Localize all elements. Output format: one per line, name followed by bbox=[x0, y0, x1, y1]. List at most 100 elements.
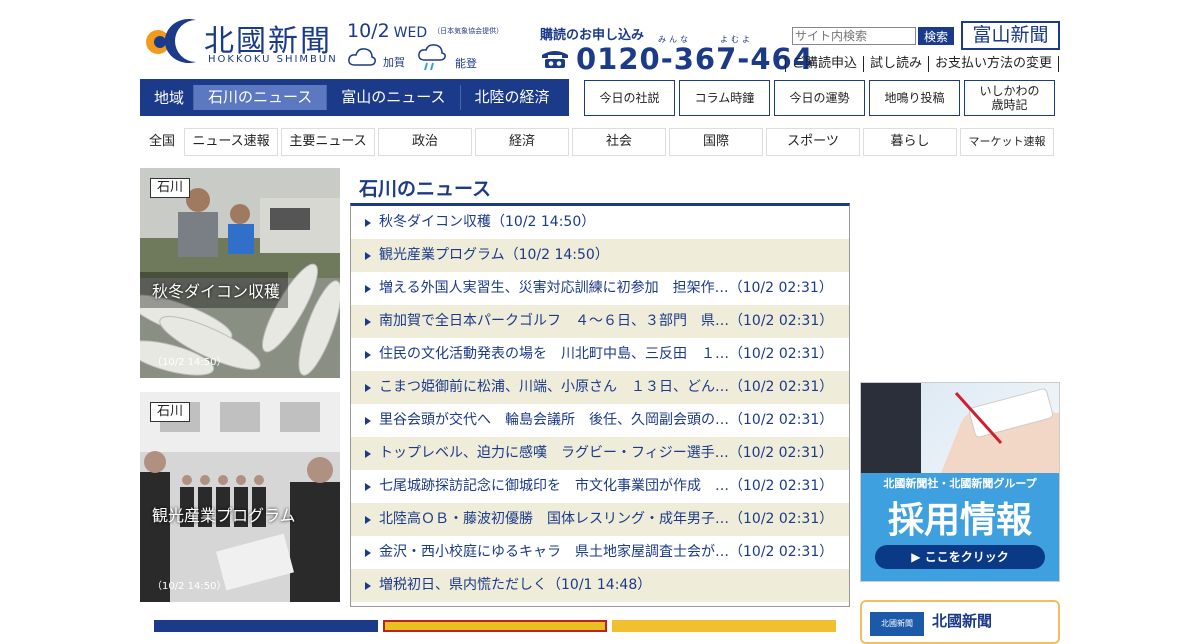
header-links: ご購読申込 試し読み お支払い方法の変更 bbox=[785, 56, 1060, 72]
arrow-right-icon bbox=[365, 219, 371, 227]
arrow-right-icon bbox=[365, 351, 371, 359]
search-button[interactable]: 検索 bbox=[918, 27, 954, 45]
news-item-text: 増税初日、県内慌ただしく（10/1 14:48） bbox=[379, 577, 652, 593]
category-international[interactable]: 国際 bbox=[669, 128, 763, 156]
weather-area-label: 加賀 bbox=[383, 56, 405, 69]
trial-link[interactable]: 試し読み bbox=[863, 56, 928, 72]
news-item-text: トップレベル、迫力に感嘆 ラグビー・フィジー選手…（10/2 02:31） bbox=[379, 445, 833, 461]
recruit-cta-button[interactable]: ▶ ここをクリック bbox=[875, 545, 1045, 569]
tab-hokuriku-economy[interactable]: 北陸の経済 bbox=[459, 85, 564, 110]
photo-time: （10/2 14:50） bbox=[152, 357, 227, 368]
news-item[interactable]: 増える外国人実習生、災害対応訓練に初参加 担架作…（10/2 02:31） bbox=[351, 272, 849, 305]
tab-ishikawa-news[interactable]: 石川のニュース bbox=[193, 85, 327, 110]
hokkoku-promo-box[interactable]: 北國新聞 北國新聞 bbox=[860, 600, 1060, 644]
news-item[interactable]: 里谷会頭が交代へ 輪島会議所 後任、久岡副会頭の…（10/2 02:31） bbox=[351, 404, 849, 437]
news-item[interactable]: 北陸高ＯＢ・藤波初優勝 国体レスリング・成年男子…（10/2 02:31） bbox=[351, 503, 849, 536]
ishikawa-calendar-link[interactable]: いしかわの 歳時記 bbox=[964, 80, 1055, 116]
subscribe-link[interactable]: ご購読申込 bbox=[785, 56, 863, 72]
column-jisho-link[interactable]: コラム時鐘 bbox=[679, 80, 770, 116]
feature-links: 今日の社説 コラム時鐘 今日の運勢 地鳴り投稿 いしかわの 歳時記 bbox=[584, 80, 1055, 116]
logo-subtitle: HOKKOKU SHIMBUN bbox=[208, 54, 338, 65]
search-input[interactable] bbox=[792, 27, 916, 45]
news-item[interactable]: 住民の文化活動発表の場を 川北町中島、三反田 １…（10/2 02:31） bbox=[351, 338, 849, 371]
category-major[interactable]: 主要ニュース bbox=[281, 128, 375, 156]
bottom-banner-2[interactable] bbox=[383, 620, 607, 632]
news-item-text: 里谷会頭が交代へ 輪島会議所 後任、久岡副会頭の…（10/2 02:31） bbox=[379, 412, 834, 428]
region-badge: 石川 bbox=[150, 402, 191, 422]
weather-kaga[interactable]: 加賀 bbox=[347, 44, 405, 70]
news-item[interactable]: 観光産業プログラム（10/2 14:50） bbox=[351, 239, 849, 272]
bottom-banners bbox=[154, 620, 841, 632]
category-economy[interactable]: 経済 bbox=[475, 128, 569, 156]
writing-hand-icon bbox=[861, 383, 1059, 473]
recruit-banner[interactable]: 北國新聞社・北國新聞グループ 採用情報 ▶ ここをクリック bbox=[860, 382, 1060, 582]
news-item-text: 北陸高ＯＢ・藤波初優勝 国体レスリング・成年男子…（10/2 02:31） bbox=[379, 511, 834, 527]
news-item[interactable]: 秋冬ダイコン収穫（10/2 14:50） bbox=[351, 206, 849, 239]
photo-time: （10/2 14:50） bbox=[152, 581, 227, 592]
toyama-shimbun-logo[interactable]: 富山新聞 bbox=[961, 21, 1060, 50]
photo-card-daikon[interactable]: 石川 秋冬ダイコン収穫 （10/2 14:50） bbox=[140, 168, 340, 378]
editorial-link[interactable]: 今日の社説 bbox=[584, 80, 675, 116]
news-item-text: 増える外国人実習生、災害対応訓練に初参加 担架作…（10/2 02:31） bbox=[379, 280, 833, 296]
date-display: 10/2 WED （日本気象協会提供） bbox=[347, 20, 503, 42]
category-lifestyle[interactable]: 暮らし bbox=[863, 128, 957, 156]
horoscope-link[interactable]: 今日の運勢 bbox=[774, 80, 865, 116]
weekday: WED bbox=[393, 25, 428, 41]
subscribe-label: 購読のお申し込み bbox=[540, 28, 645, 43]
category-nav: 全国 ニュース速報 主要ニュース 政治 経済 社会 国際 スポーツ 暮らし マー… bbox=[140, 128, 1057, 156]
site-search: 検索 bbox=[792, 27, 954, 45]
category-breaking[interactable]: ニュース速報 bbox=[184, 128, 278, 156]
phone-icon bbox=[542, 51, 568, 68]
reader-post-link[interactable]: 地鳴り投稿 bbox=[869, 80, 960, 116]
weather-area-label: 能登 bbox=[455, 57, 477, 70]
cloud-rain-icon bbox=[418, 44, 446, 71]
news-item[interactable]: トップレベル、迫力に感嘆 ラグビー・フィジー選手…（10/2 02:31） bbox=[351, 437, 849, 470]
promo-name: 北國新聞 bbox=[932, 612, 993, 630]
arrow-right-icon bbox=[365, 252, 371, 260]
weather-source[interactable]: （日本気象協会提供） bbox=[433, 27, 503, 35]
region-badge: 石川 bbox=[150, 178, 191, 198]
news-item[interactable]: 増税初日、県内慌ただしく（10/1 14:48） bbox=[351, 569, 849, 602]
daikon-harvest-photo bbox=[140, 168, 340, 378]
bottom-banner-1[interactable] bbox=[154, 620, 378, 632]
date-value: 10/2 bbox=[347, 20, 390, 42]
promo-logo: 北國新聞 bbox=[870, 612, 924, 636]
category-politics[interactable]: 政治 bbox=[378, 128, 472, 156]
category-all: 全国 bbox=[148, 134, 175, 149]
arrow-right-icon bbox=[365, 417, 371, 425]
category-sports[interactable]: スポーツ bbox=[766, 128, 860, 156]
photo-caption: 秋冬ダイコン収穫 bbox=[152, 282, 281, 301]
region-nav: 地域 石川のニュース 富山のニュース 北陸の経済 bbox=[140, 79, 569, 116]
news-item-text: 秋冬ダイコン収穫（10/2 14:50） bbox=[379, 214, 596, 230]
phone-number[interactable]: 0120-367-464 bbox=[540, 42, 814, 76]
site-logo[interactable]: 北國新聞 HOKKOKU SHIMBUN bbox=[140, 14, 340, 68]
category-society[interactable]: 社会 bbox=[572, 128, 666, 156]
arrow-right-icon bbox=[365, 450, 371, 458]
arrow-right-icon bbox=[365, 549, 371, 557]
news-section-title: 石川のニュース bbox=[359, 178, 492, 200]
tourism-program-photo bbox=[140, 392, 340, 602]
banner-image bbox=[861, 383, 1059, 473]
news-item-text: 金沢・西小校庭にゆるキャラ 県土地家屋調査士会が…（10/2 02:31） bbox=[379, 544, 834, 560]
arrow-right-icon bbox=[365, 582, 371, 590]
bottom-banner-3[interactable] bbox=[612, 620, 836, 632]
recruit-company-label: 北國新聞社・北國新聞グループ bbox=[883, 477, 1037, 490]
news-item-text: 南加賀で全日本パークゴルフ ４～６日、３部門 県…（10/2 02:31） bbox=[379, 313, 834, 329]
arrow-right-icon bbox=[365, 516, 371, 524]
news-item-text: 観光産業プログラム（10/2 14:50） bbox=[379, 247, 609, 263]
news-list: 秋冬ダイコン収穫（10/2 14:50） 観光産業プログラム（10/2 14:5… bbox=[350, 203, 850, 607]
news-item[interactable]: 七尾城跡探訪記念に御城印を 市文化事業団が作成 …（10/2 02:31） bbox=[351, 470, 849, 503]
payment-change-link[interactable]: お支払い方法の変更 bbox=[928, 56, 1060, 72]
news-item[interactable]: 金沢・西小校庭にゆるキャラ 県土地家屋調査士会が…（10/2 02:31） bbox=[351, 536, 849, 569]
arrow-right-icon bbox=[365, 384, 371, 392]
category-market[interactable]: マーケット速報 bbox=[960, 128, 1054, 156]
arrow-right-icon bbox=[365, 318, 371, 326]
news-item[interactable]: こまつ姫御前に松浦、川端、小原さん １３日、どん…（10/2 02:31） bbox=[351, 371, 849, 404]
recruit-title: 採用情報 bbox=[887, 500, 1032, 541]
photo-card-tourism[interactable]: 石川 観光産業プログラム （10/2 14:50） bbox=[140, 392, 340, 602]
news-item[interactable]: 南加賀で全日本パークゴルフ ４～６日、３部門 県…（10/2 02:31） bbox=[351, 305, 849, 338]
cloud-icon bbox=[348, 48, 376, 66]
phone-number-text: 0120-367-464 bbox=[576, 42, 814, 76]
tab-toyama-news[interactable]: 富山のニュース bbox=[326, 85, 459, 110]
weather-noto[interactable]: 能登 bbox=[417, 44, 477, 72]
